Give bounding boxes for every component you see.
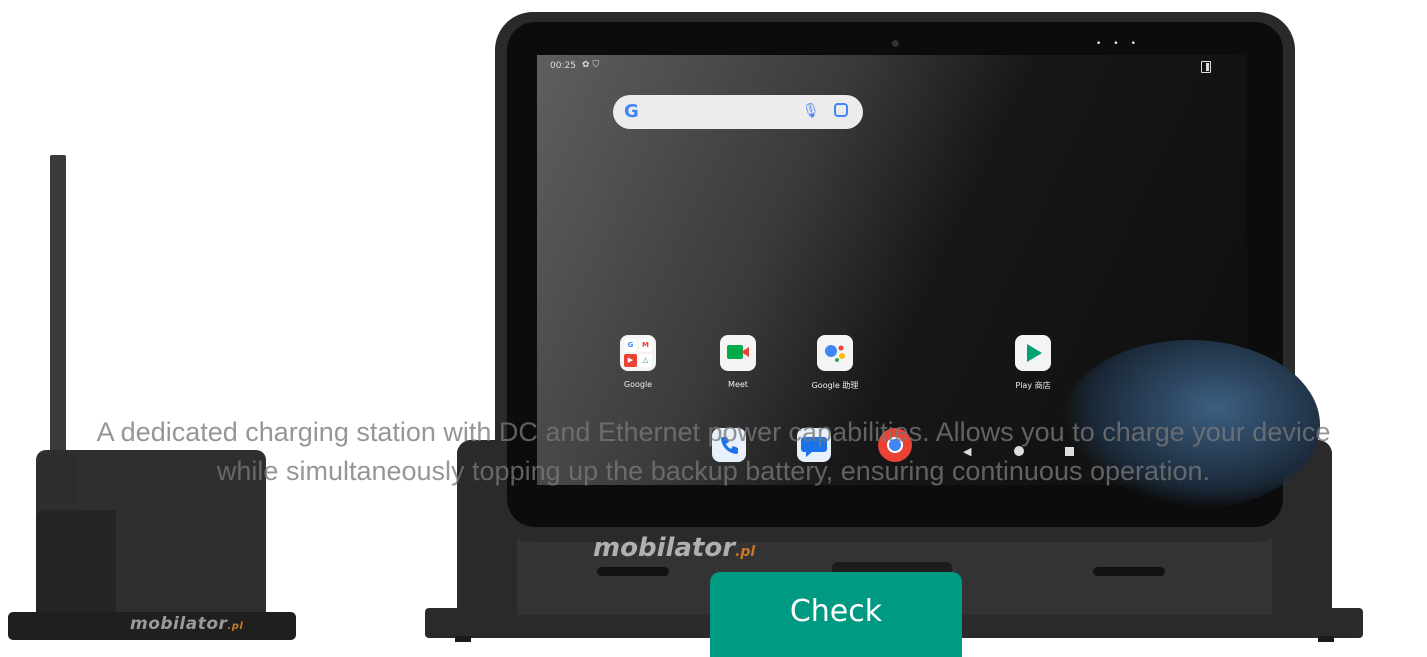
camera-icon <box>892 40 899 47</box>
app-label: Play 商店 <box>1015 381 1051 390</box>
dock-foot-right <box>1318 636 1334 642</box>
side-dock-shade <box>36 510 116 620</box>
caption-line-2: while simultaneously topping up the back… <box>216 456 1211 486</box>
folder-tile: ▶ <box>624 354 637 367</box>
app-label: Google <box>623 380 653 389</box>
meet-lens-shape <box>741 347 749 357</box>
dock-foot-left <box>455 636 471 642</box>
folder-tile: M <box>639 339 652 352</box>
caption-line-1: A dedicated charging station with DC and… <box>96 417 1331 447</box>
dock-vent-left <box>597 567 669 576</box>
google-g-icon: G <box>624 101 639 122</box>
app-label: Meet <box>728 380 748 389</box>
lens-icon[interactable] <box>834 103 848 117</box>
assistant-icon[interactable] <box>817 335 853 371</box>
status-icons: ✿ ⛉ <box>582 60 600 70</box>
sensor-dots: ••• <box>1096 39 1148 49</box>
product-caption: A dedicated charging station with DC and… <box>0 413 1427 491</box>
google-folder-icon[interactable]: G M ▶ △ <box>620 335 656 371</box>
assistant-dots-icon <box>825 345 845 362</box>
folder-tile: △ <box>639 354 652 367</box>
app-label: Google 助理 <box>811 381 859 390</box>
status-time: 00:25 <box>550 61 576 71</box>
check-button[interactable]: Check <box>710 572 962 657</box>
google-search-bar[interactable] <box>613 95 863 129</box>
dock-logo: mobilator.pl <box>593 533 756 563</box>
side-dock-logo: mobilator.pl <box>130 614 244 634</box>
mic-icon[interactable]: 🎙 <box>802 103 820 119</box>
play-triangle-shape <box>1027 344 1042 362</box>
battery-icon <box>1201 61 1211 73</box>
dock-vent-right <box>1093 567 1165 576</box>
folder-tile: G <box>624 339 637 352</box>
